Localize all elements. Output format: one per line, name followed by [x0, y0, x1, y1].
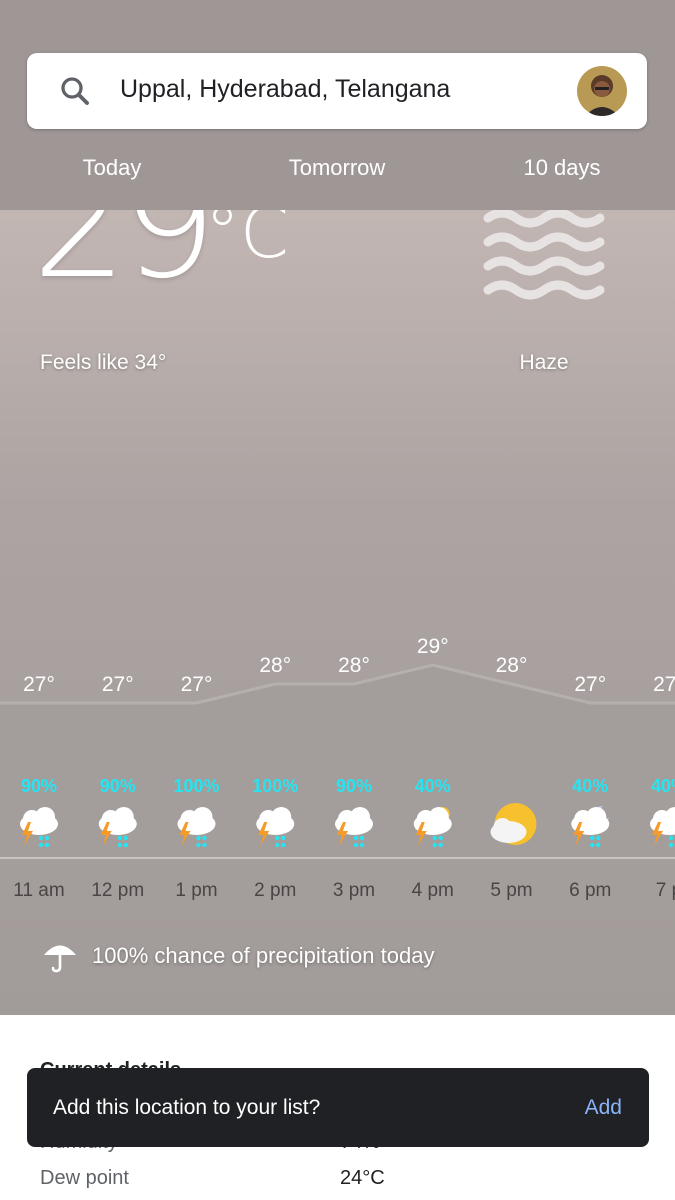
tab-today[interactable]: Today — [12, 155, 212, 181]
hour-precipitation: 90% — [336, 776, 372, 796]
search-icon[interactable] — [57, 73, 93, 109]
precipitation-text: 100% chance of precipitation today — [92, 943, 435, 968]
hour-precipitation: 100% — [252, 776, 298, 796]
feels-like: Feels like 34° — [40, 351, 167, 374]
hour-precipitation: 40% — [415, 776, 451, 796]
hour-label: 1 pm — [175, 880, 217, 901]
search-input[interactable]: Uppal, Hyderabad, Telangana — [120, 75, 450, 104]
umbrella-icon — [44, 945, 76, 973]
hourly-forecast[interactable]: 27° 90% 11 am 27° 90% 12 pm 27° 100% 1 pm 28° 100%… — [0, 590, 675, 901]
temperature-unit: °C — [205, 210, 289, 274]
condition-label: Haze — [519, 351, 569, 374]
tab-10-days[interactable]: 10 days — [462, 155, 662, 181]
hour-label: 12 pm — [91, 880, 144, 901]
hour-temperature: 28° — [496, 654, 528, 677]
hour-label: 11 am — [13, 880, 64, 901]
hour-precipitation: 40% — [651, 776, 675, 796]
header: Uppal, Hyderabad, Telangana Today Tomorr… — [0, 0, 675, 210]
hour-temperature: 28° — [338, 654, 370, 677]
haze-icon — [483, 210, 605, 300]
hour-temperature: 28° — [259, 654, 291, 677]
hour-temperature: 29° — [417, 635, 449, 658]
snackbar: Add this location to your list? Add — [27, 1068, 649, 1147]
hour-label: 7 p — [656, 880, 675, 901]
hour-precipitation: 90% — [21, 776, 57, 796]
search-bar[interactable]: Uppal, Hyderabad, Telangana — [27, 53, 647, 129]
hour-precipitation: 90% — [100, 776, 136, 796]
current-temperature: 29 — [32, 210, 217, 312]
hour-precipitation: 100% — [173, 776, 219, 796]
current-weather-panel: 29 °C Feels like 34° Haze 27° 90% 11 am 27°… — [0, 210, 675, 1015]
hour-temperature: 27° — [653, 673, 675, 696]
detail-dew-point-value: 24°C — [340, 1167, 385, 1189]
hour-temperature: 27° — [23, 673, 55, 696]
hour-precipitation: 40% — [572, 776, 608, 796]
hour-label: 5 pm — [490, 880, 532, 901]
tab-tomorrow[interactable]: Tomorrow — [237, 155, 437, 181]
hour-temperature: 27° — [574, 673, 606, 696]
precipitation-summary: 100% chance of precipitation today — [42, 938, 434, 974]
hour-label: 2 pm — [254, 880, 296, 901]
hour-label: 6 pm — [569, 880, 611, 901]
hour-label: 3 pm — [333, 880, 375, 901]
avatar[interactable] — [577, 66, 627, 116]
snackbar-message: Add this location to your list? — [53, 1096, 321, 1119]
hour-temperature: 27° — [102, 673, 134, 696]
hour-temperature: 27° — [181, 673, 213, 696]
add-location-button[interactable]: Add — [585, 1096, 622, 1120]
detail-dew-point-label: Dew point — [40, 1167, 129, 1189]
hour-label: 4 pm — [412, 880, 454, 901]
